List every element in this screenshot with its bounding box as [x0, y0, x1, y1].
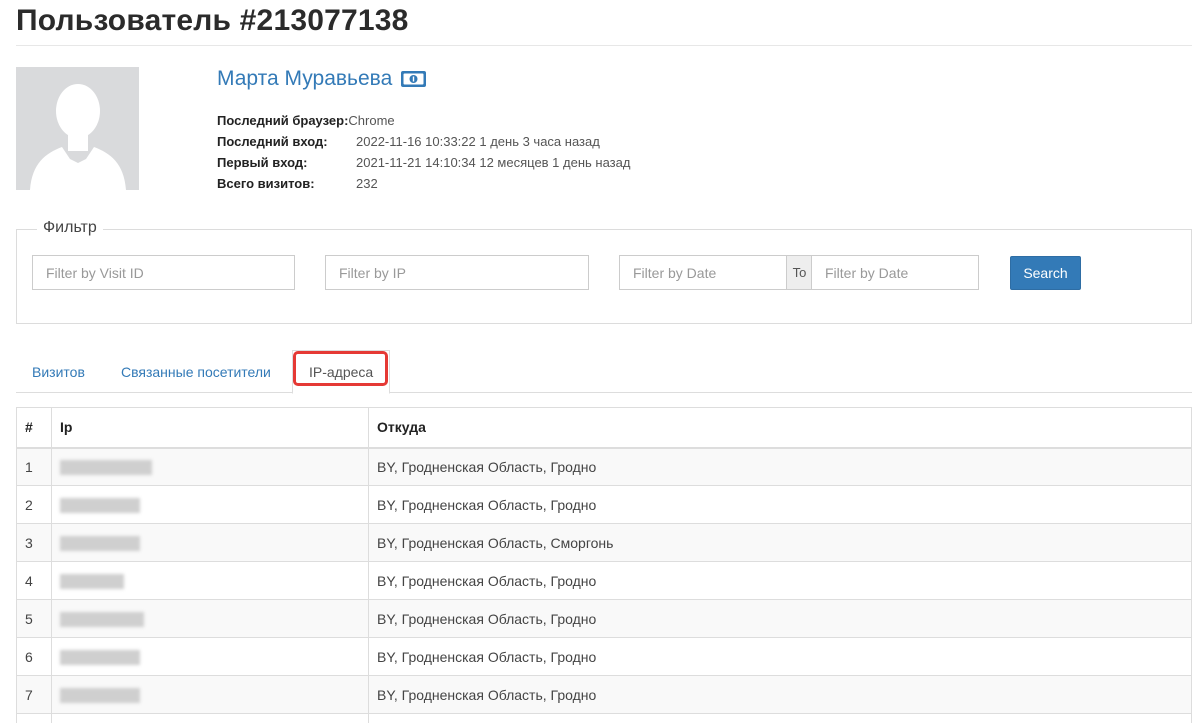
redacted-ip: [60, 611, 144, 627]
redacted-ip: [60, 649, 140, 665]
ip-cell: [51, 599, 369, 638]
redacted-ip: [60, 460, 152, 476]
table-row: 5 BY, Гродненская Область, Гродно: [16, 599, 1192, 638]
table-header-row: # Ip Откуда: [16, 407, 1192, 449]
user-name-row: Марта Муравьева: [217, 67, 427, 91]
user-info: Последний браузер: Chrome Последний вход…: [217, 110, 630, 194]
avatar: [16, 67, 139, 190]
ip-cell: [51, 713, 369, 723]
redacted-ip: [60, 535, 140, 551]
row-number: 4: [16, 561, 52, 600]
row-number: 7: [16, 675, 52, 714]
tab-ip-addresses[interactable]: IP-адреса: [292, 350, 391, 394]
table-row: 3 BY, Гродненская Область, Сморгонь: [16, 523, 1192, 562]
user-name[interactable]: Марта Муравьева: [217, 67, 392, 91]
info-label: Первый вход:: [217, 155, 308, 170]
info-value: 2022-11-16 10:33:22 1 день 3 часа назад: [356, 134, 600, 149]
ip-cell: [51, 561, 369, 600]
page-title: Пользователь #213077138: [16, 4, 409, 37]
search-button[interactable]: Search: [1010, 256, 1081, 290]
location-cell: BY, Гродненская Область, Гродно: [368, 447, 1192, 486]
column-header-location: Откуда: [368, 407, 1192, 449]
location-cell: BY, Гродненская Область, Гродно: [368, 637, 1192, 676]
row-number: 2: [16, 485, 52, 524]
table-row: 6 BY, Гродненская Область, Гродно: [16, 637, 1192, 676]
column-header-ip: Ip: [51, 407, 369, 449]
location-cell: BY, Гродненская Область, Гродно: [368, 675, 1192, 714]
filter-legend: Фильтр: [37, 219, 103, 237]
info-row-total-visits: Всего визитов: 232: [217, 173, 630, 194]
location-cell: BY, Гродненская Область, Гродно: [368, 599, 1192, 638]
location-cell: BY, Гродненская Область, Гродно: [368, 485, 1192, 524]
ip-cell: [51, 485, 369, 524]
table-row: 7 BY, Гродненская Область, Гродно: [16, 675, 1192, 714]
tab-bar: Визитов Связанные посетители IP-адреса: [16, 350, 1192, 394]
info-label: Всего визитов:: [217, 176, 315, 191]
info-value: Chrome: [348, 113, 395, 128]
redacted-ip: [60, 687, 140, 703]
info-row-browser: Последний браузер: Chrome: [217, 110, 630, 131]
table-row: 2 BY, Гродненская Область, Гродно: [16, 485, 1192, 524]
avatar-placeholder-icon: [16, 67, 139, 190]
table-row: 1 BY, Гродненская Область, Гродно: [16, 447, 1192, 486]
ip-filter-input[interactable]: [325, 255, 589, 290]
info-row-first-login: Первый вход: 2021-11-21 14:10:34 12 меся…: [217, 152, 630, 173]
table-row: 4 BY, Гродненская Область, Гродно: [16, 561, 1192, 600]
title-divider: [16, 45, 1192, 46]
info-row-last-login: Последний вход: 2022-11-16 10:33:22 1 де…: [217, 131, 630, 152]
info-value: 2021-11-21 14:10:34 12 месяцев 1 день на…: [356, 155, 631, 170]
tab-visits[interactable]: Визитов: [16, 350, 101, 393]
info-label: Последний вход:: [217, 134, 328, 149]
visit-id-filter-input[interactable]: [32, 255, 295, 290]
info-value: 232: [356, 176, 378, 191]
info-label: Последний браузер:: [217, 113, 349, 128]
ip-cell: [51, 523, 369, 562]
row-number: 3: [16, 523, 52, 562]
column-header-number: #: [16, 407, 52, 449]
location-cell: BY, Гродненская Область, Гродно: [368, 561, 1192, 600]
money-icon: [400, 70, 427, 88]
table-row: [16, 713, 1192, 723]
filter-panel: Фильтр To Search: [16, 219, 1192, 324]
row-number: [16, 713, 52, 723]
date-range-to-label: To: [787, 255, 812, 290]
location-cell: [368, 713, 1192, 723]
location-cell: BY, Гродненская Область, Сморгонь: [368, 523, 1192, 562]
date-from-input[interactable]: [619, 255, 787, 290]
date-to-input[interactable]: [811, 255, 979, 290]
row-number: 5: [16, 599, 52, 638]
redacted-ip: [60, 573, 124, 589]
ip-cell: [51, 447, 369, 486]
ip-cell: [51, 637, 369, 676]
row-number: 6: [16, 637, 52, 676]
tab-related-visitors[interactable]: Связанные посетители: [105, 350, 287, 393]
redacted-ip: [60, 497, 140, 513]
row-number: 1: [16, 447, 52, 486]
ip-table: # Ip Откуда 1 BY, Гродненская Область, Г…: [16, 407, 1192, 723]
ip-cell: [51, 675, 369, 714]
